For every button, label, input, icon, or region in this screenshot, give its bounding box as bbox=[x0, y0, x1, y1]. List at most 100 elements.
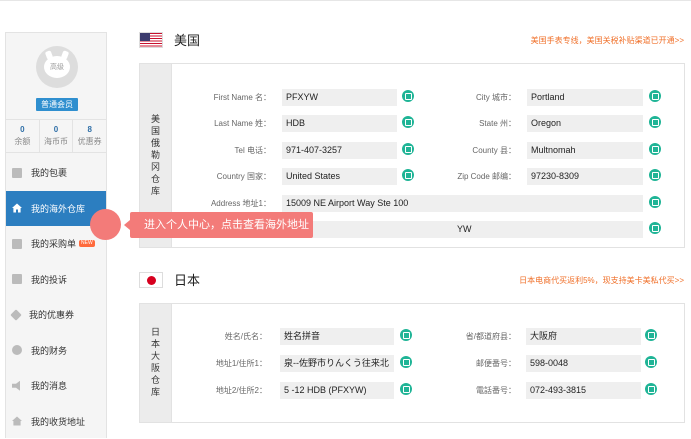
jp-postal-value[interactable]: 598-0048 bbox=[526, 355, 641, 372]
jp-postal-label: 邮便番号： bbox=[430, 355, 516, 372]
sidebar-item-label: 我的包裹 bbox=[31, 166, 67, 179]
page: 高级 普通会员 0 余额 0 海币币 8 优惠券 我的包裹 bbox=[0, 0, 691, 437]
copy-icon[interactable] bbox=[649, 116, 661, 128]
stat-label: 海币币 bbox=[40, 136, 73, 148]
stat-label: 余额 bbox=[6, 136, 39, 148]
sidebar-item-label: 我的收货地址 bbox=[31, 415, 85, 428]
sidebar-item-label: 我的消息 bbox=[31, 379, 67, 392]
usa-section-header: 美国 美国手表专线，美国关税补贴渠道已开通>> bbox=[139, 32, 687, 52]
first-name-label: First Name 名： bbox=[175, 89, 271, 106]
first-name-value[interactable]: PFXYW bbox=[282, 89, 397, 106]
sidebar-item-label: 我的优惠券 bbox=[29, 308, 74, 321]
japan-title: 日本 bbox=[174, 272, 200, 289]
complaint-icon bbox=[12, 274, 22, 284]
jp-address2-label: 地址2/住所2： bbox=[175, 382, 267, 399]
jp-address2-value[interactable]: 5 -12 HDB (PFXYW) bbox=[280, 382, 394, 399]
copy-icon[interactable] bbox=[649, 169, 661, 181]
copy-icon[interactable] bbox=[402, 116, 414, 128]
copy-icon[interactable] bbox=[649, 90, 661, 102]
jp-flag-icon bbox=[139, 272, 163, 288]
sidebar-item-packages[interactable]: 我的包裹 bbox=[6, 155, 106, 191]
state-value[interactable]: Oregon bbox=[527, 115, 643, 132]
stat-value: 0 bbox=[6, 124, 39, 136]
sidebar-item-finance[interactable]: 我的财务 bbox=[6, 333, 106, 369]
tel-value[interactable]: 971-407-3257 bbox=[282, 142, 397, 159]
sidebar-item-label: 我的财务 bbox=[31, 344, 67, 357]
county-value[interactable]: Multnomah bbox=[527, 142, 643, 159]
address2-value[interactable]: YW bbox=[282, 221, 643, 238]
stat-coins[interactable]: 0 海币币 bbox=[40, 120, 74, 152]
avatar-icon: 高级 bbox=[44, 56, 70, 78]
sidebar-item-complaints[interactable]: 我的投诉 bbox=[6, 262, 106, 298]
copy-icon[interactable] bbox=[645, 329, 657, 341]
cart-icon bbox=[12, 239, 22, 249]
jp-name-label: 姓名/氏名： bbox=[175, 328, 267, 345]
zip-value[interactable]: 97230-8309 bbox=[527, 168, 643, 185]
last-name-value[interactable]: HDB bbox=[282, 115, 397, 132]
tel-label: Tel 电话： bbox=[175, 142, 271, 159]
stat-balance[interactable]: 0 余额 bbox=[6, 120, 40, 152]
sidebar-menu: 我的包裹 我的海外仓库 我的采购单 NEW 我的投诉 我的优惠券 bbox=[6, 155, 106, 439]
japan-warehouse-label: 日本大阪仓库 bbox=[140, 304, 172, 422]
warehouse-name: 美国俄勒冈仓库 bbox=[149, 114, 162, 198]
address1-value[interactable]: 15009 NE Airport Way Ste 100 bbox=[282, 195, 643, 212]
jp-prefecture-label: 省/都道府县： bbox=[430, 328, 516, 345]
jp-phone-label: 電話番号： bbox=[430, 382, 516, 399]
avatar-text: 高级 bbox=[44, 62, 70, 72]
warehouse-name: 日本大阪仓库 bbox=[149, 327, 162, 399]
yen-icon bbox=[12, 345, 22, 355]
jp-prefecture-value[interactable]: 大阪府 bbox=[526, 328, 641, 345]
sidebar-item-label: 我的投诉 bbox=[31, 273, 67, 286]
stat-value: 8 bbox=[73, 124, 106, 136]
copy-icon[interactable] bbox=[649, 196, 661, 208]
stat-coupons[interactable]: 8 优惠券 bbox=[73, 120, 106, 152]
tooltip-pointer-dot bbox=[90, 209, 121, 240]
sidebar-item-coupons[interactable]: 我的优惠券 bbox=[6, 297, 106, 333]
city-label: City 城市： bbox=[430, 89, 516, 106]
sidebar-item-label: 我的采购单 bbox=[31, 237, 76, 250]
package-icon bbox=[12, 168, 22, 178]
stat-label: 优惠券 bbox=[73, 136, 106, 148]
account-stats: 0 余额 0 海币币 8 优惠券 bbox=[6, 119, 106, 153]
jp-phone-value[interactable]: 072-493-3815 bbox=[526, 382, 641, 399]
sidebar: 高级 普通会员 0 余额 0 海币币 8 优惠券 我的包裹 bbox=[5, 32, 107, 438]
state-label: State 州： bbox=[430, 115, 516, 132]
new-badge: NEW bbox=[79, 240, 95, 247]
last-name-label: Last Name 姓： bbox=[175, 115, 271, 132]
jp-name-value[interactable]: 姓名拼音 bbox=[280, 328, 394, 345]
copy-icon[interactable] bbox=[400, 356, 412, 368]
address2-text: YW bbox=[457, 221, 472, 238]
japan-address-panel: 日本大阪仓库 姓名/氏名： 姓名拼音 地址1/住所1： 泉--佐野市りんくう往来… bbox=[139, 303, 685, 423]
copy-icon[interactable] bbox=[402, 169, 414, 181]
country-value[interactable]: United States bbox=[282, 168, 397, 185]
sidebar-item-label: 我的海外仓库 bbox=[31, 202, 85, 215]
tooltip-bubble: 进入个人中心，点击查看海外地址 bbox=[130, 212, 313, 238]
copy-icon[interactable] bbox=[649, 222, 661, 234]
city-value[interactable]: Portland bbox=[527, 89, 643, 106]
sidebar-item-messages[interactable]: 我的消息 bbox=[6, 368, 106, 404]
location-icon bbox=[12, 416, 22, 426]
usa-title: 美国 bbox=[174, 32, 200, 49]
copy-icon[interactable] bbox=[649, 143, 661, 155]
copy-icon[interactable] bbox=[402, 143, 414, 155]
copy-icon[interactable] bbox=[400, 383, 412, 395]
avatar[interactable]: 高级 bbox=[36, 46, 78, 88]
jp-address1-value[interactable]: 泉--佐野市りんくう往来北 bbox=[280, 355, 394, 372]
japan-section-header: 日本 日本电商代买返利5%，现支持美卡美私代买>> bbox=[139, 272, 687, 292]
jp-address1-label: 地址1/住所1： bbox=[175, 355, 267, 372]
usa-promo-link[interactable]: 美国手表专线，美国关税补贴渠道已开通>> bbox=[531, 35, 684, 46]
speaker-icon bbox=[12, 381, 22, 391]
address1-label: Address 地址1： bbox=[175, 195, 271, 212]
tag-icon bbox=[10, 309, 21, 320]
country-label: Country 国家： bbox=[175, 168, 271, 185]
sidebar-item-addresses[interactable]: 我的收货地址 bbox=[6, 404, 106, 439]
copy-icon[interactable] bbox=[645, 383, 657, 395]
copy-icon[interactable] bbox=[645, 356, 657, 368]
copy-icon[interactable] bbox=[402, 90, 414, 102]
county-label: County 县： bbox=[430, 142, 516, 159]
zip-label: Zip Code 邮编： bbox=[430, 168, 516, 185]
us-flag-icon bbox=[139, 32, 163, 48]
copy-icon[interactable] bbox=[400, 329, 412, 341]
japan-promo-link[interactable]: 日本电商代买返利5%，现支持美卡美私代买>> bbox=[519, 275, 684, 286]
member-badge: 普通会员 bbox=[36, 98, 78, 111]
